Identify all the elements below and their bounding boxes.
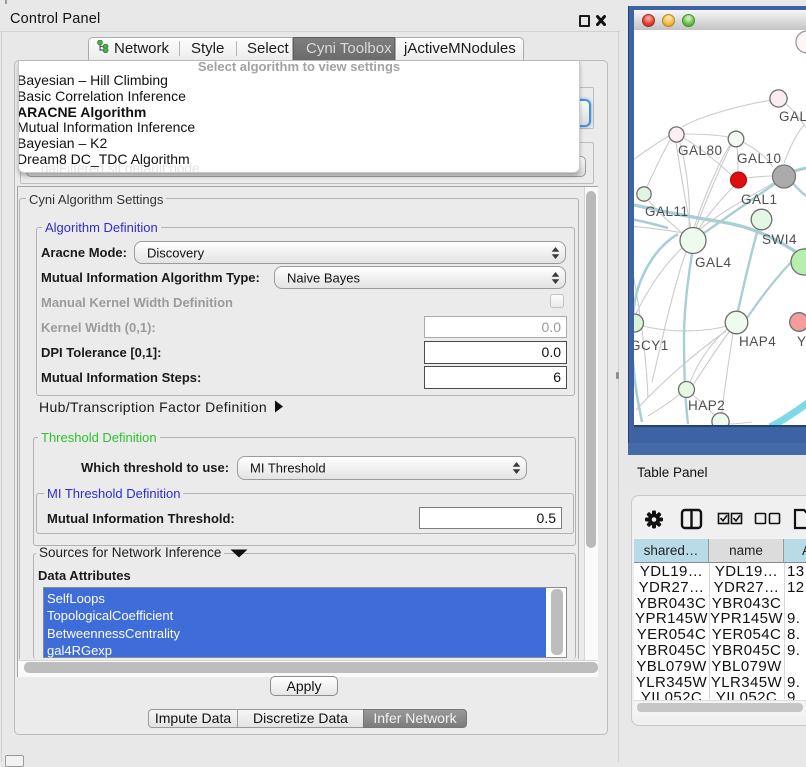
svg-text:GAL4: GAL4 <box>695 255 732 270</box>
svg-text:GAL7: GAL7 <box>779 109 806 124</box>
svg-text:GAL80: GAL80 <box>678 143 723 158</box>
svg-text:GAL1: GAL1 <box>741 192 778 207</box>
svg-text:GAL11: GAL11 <box>645 204 689 219</box>
svg-text:YD: YD <box>797 334 806 349</box>
svg-text:HAP2: HAP2 <box>688 398 725 413</box>
svg-text:SWI4: SWI4 <box>762 232 797 247</box>
svg-text:GCY1: GCY1 <box>634 338 669 353</box>
svg-text:HAP4: HAP4 <box>739 334 776 349</box>
svg-text:GAL10: GAL10 <box>737 151 782 166</box>
